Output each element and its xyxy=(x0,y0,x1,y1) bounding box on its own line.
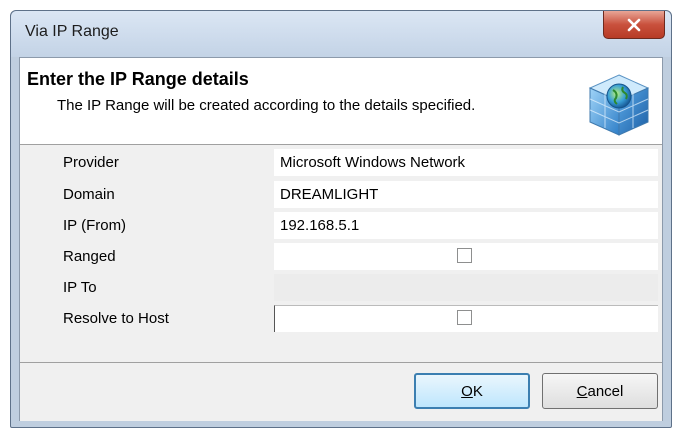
row-provider: Provider Microsoft Windows Network xyxy=(20,149,662,177)
resolve-to-host-checkbox[interactable] xyxy=(457,310,472,325)
header-title: Enter the IP Range details xyxy=(27,69,249,89)
cancel-button[interactable]: Cancel xyxy=(542,373,658,409)
cancel-mnemonic: C xyxy=(576,382,588,400)
button-bar: OK Cancel xyxy=(20,362,662,421)
provider-value: Microsoft Windows Network xyxy=(280,154,466,171)
ok-button[interactable]: OK xyxy=(414,373,530,409)
ranged-cell xyxy=(274,243,658,270)
ip-from-field[interactable]: 192.168.5.1 xyxy=(274,212,658,239)
provider-field[interactable]: Microsoft Windows Network xyxy=(274,149,658,176)
header-subtitle: The IP Range will be created according t… xyxy=(57,97,476,114)
domain-field[interactable]: DREAMLIGHT xyxy=(274,181,658,208)
ip-from-label: IP (From) xyxy=(63,217,127,234)
domain-value: DREAMLIGHT xyxy=(280,186,379,203)
details-grid: Provider Microsoft Windows Network Domai… xyxy=(20,145,662,361)
row-resolve-to-host: Resolve to Host xyxy=(20,305,662,333)
dialog-client-area: Enter the IP Range details The IP Range … xyxy=(19,57,663,421)
cancel-label-rest: ancel xyxy=(587,382,624,400)
ok-label-rest: K xyxy=(472,382,483,400)
ip-to-label: IP To xyxy=(63,279,97,296)
domain-label: Domain xyxy=(63,186,115,203)
dialog-window: Via IP Range Enter the IP Range details … xyxy=(10,10,672,428)
ranged-checkbox[interactable] xyxy=(457,248,472,263)
row-ip-to: IP To xyxy=(20,274,662,302)
resolve-to-host-label: Resolve to Host xyxy=(63,310,169,327)
provider-label: Provider xyxy=(63,154,119,171)
wizard-header: Enter the IP Range details The IP Range … xyxy=(20,58,662,145)
resolve-to-host-cell xyxy=(274,305,658,332)
row-ranged: Ranged xyxy=(20,243,662,271)
close-button[interactable] xyxy=(603,11,665,39)
ip-from-value: 192.168.5.1 xyxy=(280,217,360,234)
row-ip-from: IP (From) 192.168.5.1 xyxy=(20,212,662,240)
ip-to-field xyxy=(274,274,658,301)
title-bar[interactable]: Via IP Range xyxy=(11,11,671,57)
network-globe-icon xyxy=(588,74,650,136)
window-title: Via IP Range xyxy=(25,23,119,40)
close-icon xyxy=(627,18,641,31)
row-domain: Domain DREAMLIGHT xyxy=(20,181,662,209)
ranged-label: Ranged xyxy=(63,248,116,265)
ok-mnemonic: O xyxy=(461,382,473,400)
